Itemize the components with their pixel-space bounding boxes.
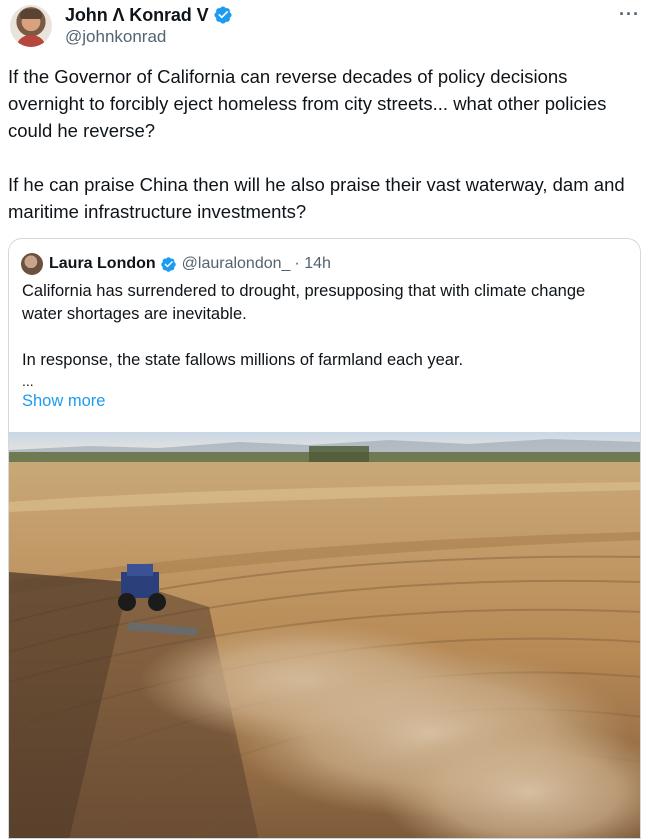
quoted-paragraph: California has surrendered to drought, p… bbox=[22, 282, 586, 323]
tweet-paragraph: If he can praise China then will he also… bbox=[8, 174, 625, 222]
quoted-tweet-card[interactable]: Laura London @lauralondon_ · 14h Califor… bbox=[8, 238, 641, 839]
author-handle[interactable]: @johnkonrad bbox=[65, 27, 166, 47]
quoted-tweet-header: Laura London @lauralondon_ · 14h bbox=[21, 252, 331, 276]
author-name-row: John Λ Konrad V bbox=[65, 2, 233, 28]
tweet-text: If the Governor of California can revers… bbox=[8, 63, 638, 225]
author-avatar[interactable] bbox=[10, 5, 52, 47]
tweet-paragraph: If the Governor of California can revers… bbox=[8, 66, 607, 141]
verified-badge-icon bbox=[160, 256, 176, 272]
quoted-author-avatar bbox=[21, 253, 43, 275]
verified-badge-icon bbox=[213, 6, 232, 24]
tweet-header: John Λ Konrad V @johnkonrad ··· bbox=[8, 2, 648, 52]
farmland-tractor-photo[interactable] bbox=[9, 432, 641, 839]
quoted-author-handle: @lauralondon_ bbox=[181, 255, 291, 272]
more-options-icon[interactable]: ··· bbox=[619, 4, 640, 25]
quoted-tweet-text: California has surrendered to drought, p… bbox=[22, 280, 627, 372]
quoted-author-name: Laura London bbox=[49, 255, 156, 272]
show-more-link[interactable]: Show more bbox=[22, 392, 105, 411]
quoted-paragraph: In response, the state fallows millions … bbox=[22, 351, 464, 369]
quoted-ellipsis: ... bbox=[22, 373, 34, 389]
quoted-timestamp: · 14h bbox=[294, 255, 331, 272]
author-name[interactable]: John Λ Konrad V bbox=[65, 5, 209, 26]
